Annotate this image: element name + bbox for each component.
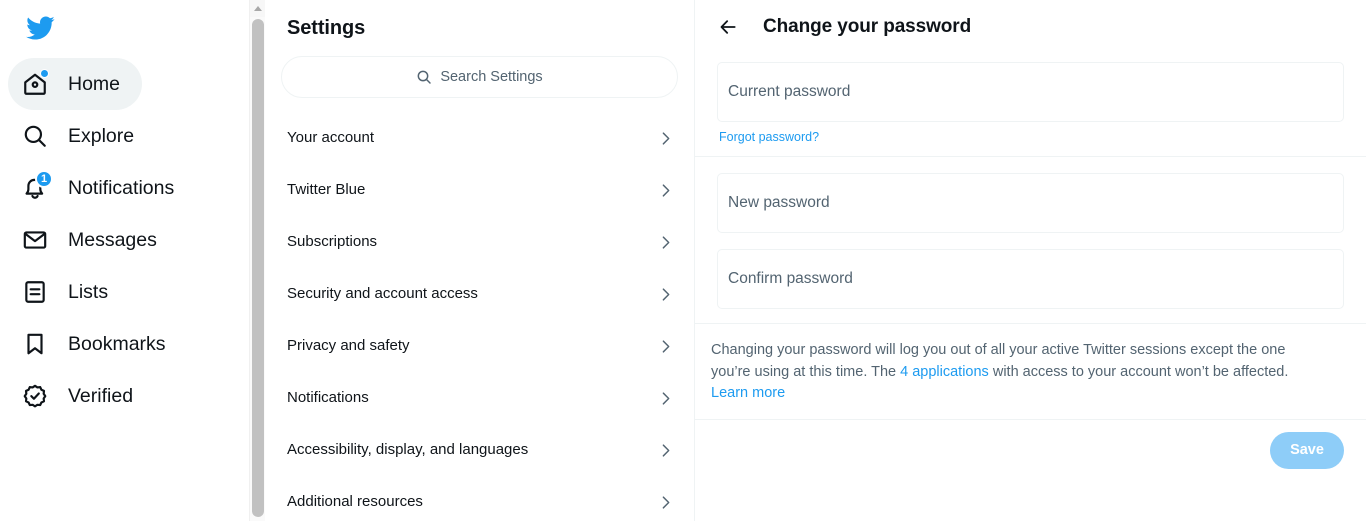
sidebar-item-verified[interactable]: Verified [8,370,155,422]
settings-item-label: Twitter Blue [287,181,366,198]
twitter-bird-icon [25,13,55,43]
settings-item-privacy-and-safety[interactable]: Privacy and safety [265,320,694,372]
chevron-right-icon [656,389,674,407]
sidebar-item-lists[interactable]: Lists [8,266,130,318]
sidebar-item-home[interactable]: Home [8,58,143,110]
chevron-right-icon [656,493,674,511]
page-scrollbar[interactable] [249,0,265,521]
sidebar-item-explore[interactable]: Explore [8,110,156,162]
nav-item-list: Home Explore 1 Notifications Messages Li… [8,58,265,422]
chevron-right-icon [656,129,674,147]
confirm-password-input[interactable]: Confirm password [717,249,1344,309]
sidebar-item-label: Lists [68,281,109,303]
notice-text-part-2: with access to your account won’t be aff… [988,363,1289,380]
verified-badge-icon [18,379,52,413]
scrollbar-up-arrow-icon[interactable] [250,0,265,17]
sidebar-item-label: Verified [68,385,134,407]
chevron-right-icon [656,285,674,303]
list-icon [18,275,52,309]
back-button[interactable] [711,10,745,44]
settings-item-label: Subscriptions [287,233,378,250]
current-password-placeholder: Current password [728,83,851,100]
chevron-right-icon [656,181,674,199]
confirm-password-block: Confirm password [695,233,1366,309]
sidebar-item-label: Home [68,73,121,95]
sidebar-item-label: Bookmarks [68,333,166,355]
bookmark-icon [18,327,52,361]
primary-navigation-sidebar: Home Explore 1 Notifications Messages Li… [0,0,265,521]
chevron-right-icon [656,337,674,355]
settings-item-accessibility-display-and-languages[interactable]: Accessibility, display, and languages [265,424,694,476]
sidebar-item-label: Explore [68,125,135,147]
envelope-icon [18,223,52,257]
panel-header: Change your password [695,0,1366,54]
settings-item-label: Additional resources [287,493,423,510]
sidebar-item-bookmarks[interactable]: Bookmarks [8,318,188,370]
panel-title: Change your password [763,16,972,37]
new-password-input[interactable]: New password [717,173,1344,233]
chevron-right-icon [656,233,674,251]
settings-item-additional-resources[interactable]: Additional resources [265,476,694,521]
new-password-block: New password [695,157,1366,233]
settings-item-twitter-blue[interactable]: Twitter Blue [265,164,694,216]
settings-item-label: Accessibility, display, and languages [287,441,529,458]
search-settings-input[interactable]: Search Settings [281,56,678,98]
search-placeholder: Search Settings [440,69,543,85]
settings-search-wrapper: Search Settings [265,40,694,98]
scrollbar-thumb[interactable] [252,19,264,517]
sidebar-item-messages[interactable]: Messages [8,214,179,266]
sidebar-item-label: Notifications [68,177,175,199]
sidebar-item-notifications[interactable]: 1 Notifications [8,162,196,214]
bell-icon: 1 [18,170,53,205]
settings-item-label: Security and account access [287,285,478,302]
settings-item-your-account[interactable]: Your account [265,112,694,164]
save-bar: Save [695,420,1366,469]
sidebar-item-label: Messages [68,229,157,251]
settings-column: Settings Search Settings Your account Tw… [265,0,695,521]
confirm-password-placeholder: Confirm password [728,270,853,287]
settings-item-label: Notifications [287,389,369,406]
save-button[interactable]: Save [1270,431,1344,469]
chevron-right-icon [656,441,674,459]
learn-more-link[interactable]: Learn more [711,385,785,401]
change-password-panel: Change your password Change your passwor… [695,0,1366,521]
password-change-notice: Changing your password will log you out … [695,324,1335,419]
settings-item-subscriptions[interactable]: Subscriptions [265,216,694,268]
page-title: Settings [287,17,366,39]
app-root: Home Explore 1 Notifications Messages Li… [0,0,1366,521]
forgot-password-link[interactable]: Forgot password? [719,129,819,145]
notifications-count-badge: 1 [35,170,53,188]
twitter-logo-button[interactable] [14,2,66,54]
settings-menu-list: Your account Twitter Blue Subscriptions … [265,112,694,521]
search-icon [18,119,52,153]
settings-item-label: Privacy and safety [287,337,410,354]
current-password-input[interactable]: Current password [717,62,1344,122]
applications-link[interactable]: 4 applications [900,364,989,380]
settings-item-security-and-account-access[interactable]: Security and account access [265,268,694,320]
settings-item-notifications[interactable]: Notifications [265,372,694,424]
home-icon [18,67,52,101]
home-unread-dot-badge [40,69,49,78]
new-password-placeholder: New password [728,194,830,211]
settings-item-label: Your account [287,129,375,146]
search-icon [416,69,432,85]
current-password-block: Current password Forgot password? [695,54,1366,146]
arrow-left-icon [718,17,738,37]
